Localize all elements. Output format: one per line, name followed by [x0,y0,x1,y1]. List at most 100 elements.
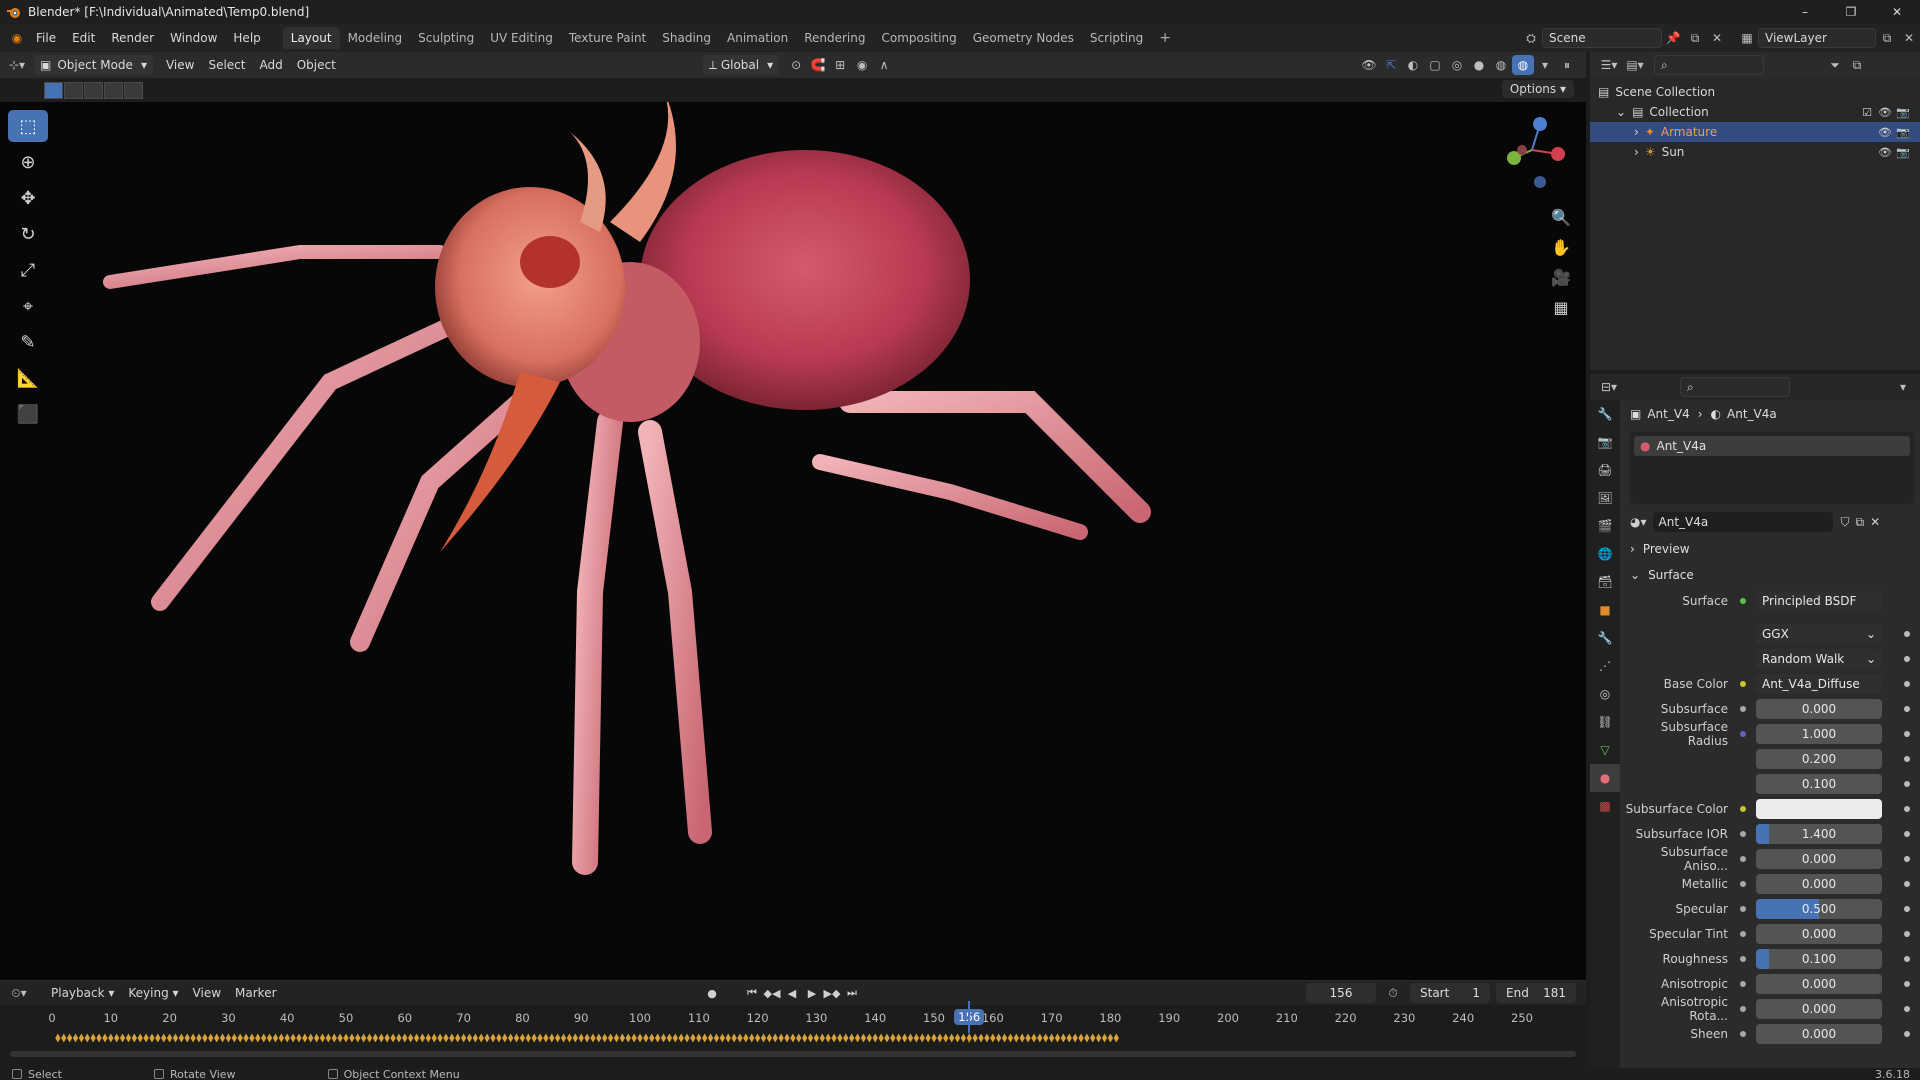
keyframe-dot-icon[interactable] [1904,855,1910,862]
keyframe-diamond[interactable] [524,1032,532,1044]
outliner-row[interactable]: › ☀ Sun 👁 📷 [1590,142,1920,162]
navigation-gizmo[interactable] [1492,110,1572,190]
unlink-material-icon[interactable]: ✕ [1870,515,1880,529]
keyframe-diamond[interactable] [272,1032,279,1044]
render-tab-icon[interactable]: 📷 [1590,428,1620,456]
workspace-tab-animation[interactable]: Animation [719,27,796,49]
keyframe-diamond[interactable] [807,1032,814,1044]
display-mode-icon[interactable]: ▤▾ [1624,55,1646,75]
view-layer-tab-icon[interactable]: 🖼 [1590,484,1620,512]
keyframe-diamond[interactable] [207,1032,215,1044]
new-collection-icon[interactable]: ⧉ [1846,55,1868,75]
keyframe-diamond[interactable] [413,1032,420,1044]
keyframe-diamond[interactable] [101,1032,109,1044]
keyframe-diamond[interactable] [489,1032,497,1044]
keyframe-diamond[interactable] [201,1032,209,1044]
keyframe-diamond[interactable] [248,1032,256,1044]
keyframe-dot-icon[interactable] [1904,805,1910,812]
maximize-button[interactable]: ❐ [1828,0,1874,24]
visibility-icon[interactable]: 👁 [1358,55,1380,75]
keyframe-diamond[interactable] [72,1032,79,1044]
keyframe-diamond[interactable] [372,1032,379,1044]
keyframe-diamond[interactable] [666,1032,673,1044]
keyframe-diamond[interactable] [613,1032,620,1044]
keyframe-diamond[interactable] [718,1032,726,1044]
keyframe-diamond[interactable] [660,1032,667,1044]
overlay-toggle-icon[interactable]: ◐ [1402,55,1424,75]
keyframe-diamond[interactable] [1071,1032,1079,1044]
keyframe-diamond[interactable] [824,1032,832,1044]
keyframe-diamond[interactable] [254,1032,262,1044]
keyframe-diamond[interactable] [454,1032,462,1044]
keyframe-diamond[interactable] [577,1032,585,1044]
falloff-icon[interactable]: ∧ [873,55,895,75]
keyframe-diamond[interactable] [289,1032,297,1044]
keyframe-dot-icon[interactable] [1904,830,1910,837]
keyframe-diamond[interactable] [836,1032,844,1044]
keyframe-diamond[interactable] [1042,1032,1050,1044]
keyframe-diamond[interactable] [713,1032,720,1044]
keyframe-dot-icon[interactable] [1904,730,1910,737]
keyframe-diamond[interactable] [424,1032,432,1044]
jump-end-icon[interactable]: ⏭ [842,983,862,1003]
keyframe-diamond[interactable] [178,1032,185,1044]
color-swatch[interactable] [1756,798,1882,819]
keyframe-diamond[interactable] [295,1032,303,1044]
transform-orientation-dropdown[interactable]: ⟂ Global ▾ [702,55,780,75]
keyframe-diamond[interactable] [854,1032,861,1044]
viewport-menu-select[interactable]: Select [201,58,252,72]
mode-dropdown[interactable]: ▣ Object Mode ▾ [34,55,153,75]
keyframe-diamond[interactable] [277,1032,285,1044]
keyframe-diamond[interactable] [148,1032,156,1044]
collection-tab-icon[interactable]: 🗃 [1590,568,1620,596]
keyframe-diamond[interactable] [1012,1032,1020,1044]
outliner-search-input[interactable]: ⌕ [1654,55,1764,75]
workspace-tab-sculpting[interactable]: Sculpting [410,27,482,49]
keyframe-diamond[interactable] [936,1032,944,1044]
shading-options-icon[interactable]: ▾ [1534,55,1556,75]
keyframe-diamond[interactable] [89,1032,97,1044]
keyframe-diamond[interactable] [460,1032,467,1044]
keyframe-diamond[interactable] [66,1032,73,1044]
workspace-tab-shading[interactable]: Shading [654,27,719,49]
keyframe-diamond[interactable] [119,1032,126,1044]
keyframe-dot-icon[interactable] [1904,955,1910,962]
keyframe-diamond[interactable] [383,1032,391,1044]
view-layer-field[interactable]: ViewLayer [1758,28,1876,48]
keyframe-diamond[interactable] [795,1032,803,1044]
chevron-right-icon[interactable]: › [1634,125,1639,139]
keyframe-diamond[interactable] [766,1032,773,1044]
keyframe-diamond[interactable] [225,1032,232,1044]
output-tab-icon[interactable]: 🖨 [1590,456,1620,484]
keyframe-summary-row[interactable] [0,1031,1586,1045]
keyframe-diamond[interactable] [360,1032,367,1044]
snap-target-icon[interactable]: ⊞ [829,55,851,75]
numeric-slider[interactable]: 1.400 [1756,823,1882,844]
keyframe-diamond[interactable] [913,1032,920,1044]
keyframe-diamond[interactable] [319,1032,326,1044]
proportional-edit-icon[interactable]: ◉ [851,55,873,75]
keyframe-diamond[interactable] [701,1032,709,1044]
next-keyframe-icon[interactable]: ▶◆ [822,983,842,1003]
particles-tab-icon[interactable]: ⋰ [1590,652,1620,680]
select-intersect-icon[interactable] [124,81,143,99]
keyframe-diamond[interactable] [442,1032,450,1044]
keyframe-diamond[interactable] [125,1032,132,1044]
keyframe-diamond[interactable] [589,1032,597,1044]
scale-tool-icon[interactable]: ⤢ [8,254,48,286]
visibility-eye-icon[interactable]: 👁 [1876,126,1894,139]
workspace-tab-rendering[interactable]: Rendering [796,27,873,49]
texture-link-field[interactable]: Ant_V4a_Diffuse [1756,673,1882,694]
keyframe-diamond[interactable] [983,1032,991,1044]
keyframe-diamond[interactable] [507,1032,514,1044]
keyframe-dot-icon[interactable] [1904,780,1910,787]
keyframe-diamond[interactable] [154,1032,162,1044]
material-shading-icon[interactable]: ◍ [1490,55,1512,75]
material-slot-item[interactable]: ● Ant_V4a [1634,436,1910,456]
numeric-slider[interactable]: 0.000 [1756,698,1882,719]
keyframe-diamond[interactable] [1095,1032,1102,1044]
numeric-slider[interactable]: 1.000 [1756,723,1882,744]
keyframe-diamond[interactable] [707,1032,714,1044]
keyframe-diamond[interactable] [689,1032,697,1044]
jump-start-icon[interactable]: ⏮ [742,983,762,1003]
